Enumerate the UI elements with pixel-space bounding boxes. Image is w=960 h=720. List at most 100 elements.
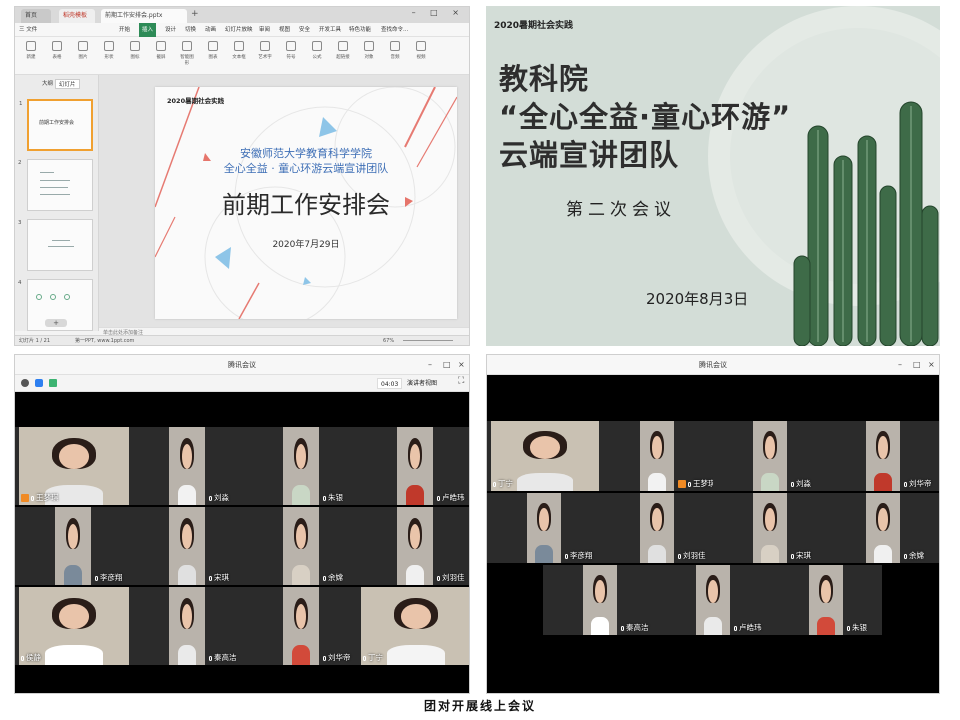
- info-icon[interactable]: [21, 379, 29, 387]
- menu-design[interactable]: 设计: [165, 23, 176, 37]
- menu-review[interactable]: 审阅: [259, 23, 270, 37]
- current-slide[interactable]: 2020暑期社会实践 安徽师范大学教育科学学院 全心全益 · 童心环游云端宣讲团…: [155, 87, 457, 319]
- menu-transition[interactable]: 切换: [185, 23, 196, 37]
- window-controls[interactable]: – □ ×: [412, 8, 465, 17]
- icons-icon: [130, 41, 140, 51]
- ribbon-wordart[interactable]: 艺术字: [257, 41, 273, 69]
- ribbon-icons[interactable]: 图标: [127, 41, 143, 69]
- participant-name: 丁宁: [493, 478, 513, 489]
- menu-insert[interactable]: 插入: [139, 23, 157, 37]
- participant-video: [397, 507, 433, 585]
- second-meeting-slide: 2020暑期社会实践 教科院 “全心全益·童心环游” 云端宣讲团队 第二次会议 …: [486, 6, 940, 346]
- participant-tile[interactable]: 刘淼: [129, 427, 243, 505]
- figure-caption: 团对开展线上会议: [423, 699, 536, 713]
- participant-tile[interactable]: 朱银: [243, 427, 357, 505]
- tab-outline[interactable]: 大纲: [39, 79, 56, 89]
- participant-tile[interactable]: 宋琪: [713, 493, 826, 563]
- participant-tile[interactable]: 王梦琪: [15, 427, 129, 505]
- participant-tile[interactable]: 余嫦: [826, 493, 939, 563]
- zoom-level[interactable]: 67%: [383, 336, 394, 345]
- slide-thumbnail-1[interactable]: 1 前期工作安排会: [19, 99, 93, 151]
- participant-name: 刘华帝: [323, 652, 351, 663]
- ribbon-audio[interactable]: 音频: [387, 41, 403, 69]
- close-button[interactable]: ×: [458, 355, 465, 375]
- equation-icon: [312, 41, 322, 51]
- participant-shirt: [648, 544, 666, 563]
- menu-slideshow[interactable]: 幻灯片放映: [225, 23, 253, 37]
- participant-name-label: 卢皓玮: [739, 623, 762, 632]
- participant-tile[interactable]: 刘羽佳: [600, 493, 713, 563]
- participant-tile[interactable]: 卢皓玮: [656, 565, 769, 635]
- participant-tile[interactable]: 刘华帝: [243, 587, 357, 665]
- participant-shirt: [761, 544, 779, 563]
- new-tab-icon[interactable]: +: [191, 9, 199, 19]
- menu-view[interactable]: 视图: [279, 23, 290, 37]
- participant-tile[interactable]: 秦高洁: [543, 565, 656, 635]
- ribbon-table[interactable]: 表格: [49, 41, 65, 69]
- ribbon-video[interactable]: 视频: [413, 41, 429, 69]
- maximize-button[interactable]: □: [913, 355, 921, 375]
- participant-tile[interactable]: 丁宁: [487, 421, 600, 491]
- add-slide-button[interactable]: +: [45, 319, 67, 327]
- slide-thumbnail-2[interactable]: 2: [18, 159, 93, 211]
- menu-features[interactable]: 特色功能: [349, 23, 371, 37]
- zoom-slider[interactable]: [403, 340, 453, 341]
- ribbon-chart[interactable]: 图表: [205, 41, 221, 69]
- ribbon-picture[interactable]: 图片: [75, 41, 91, 69]
- slide-thumbnail-pane: 大纲 幻灯片 1 前期工作安排会 2 3 4 +: [15, 75, 99, 331]
- speaker-view-button[interactable]: 演讲者视图: [407, 378, 437, 389]
- participant-tile[interactable]: 丁宁: [357, 587, 469, 665]
- participant-tile[interactable]: 宋琪: [129, 507, 243, 585]
- participant-tile[interactable]: 卢皓玮: [357, 427, 469, 505]
- ribbon-object[interactable]: 对象: [361, 41, 377, 69]
- participant-tile[interactable]: 刘华帝: [826, 421, 939, 491]
- participant-shirt: [591, 616, 609, 635]
- ribbon-textbox[interactable]: 文本框: [231, 41, 247, 69]
- ribbon-hyperlink[interactable]: 超链接: [335, 41, 351, 69]
- slide-thumbnail-3[interactable]: 3: [18, 219, 93, 271]
- minimize-button[interactable]: –: [428, 355, 432, 375]
- menu-home[interactable]: 开始: [119, 23, 130, 37]
- participant-name-label: 卢皓玮: [442, 493, 465, 502]
- participant-tile[interactable]: 余嫦: [243, 507, 357, 585]
- ribbon-shapes[interactable]: 形状: [101, 41, 117, 69]
- shield-icon[interactable]: [35, 379, 43, 387]
- fullscreen-icon[interactable]: ⛶: [458, 376, 464, 386]
- ribbon-equation[interactable]: 公式: [309, 41, 325, 69]
- ribbon-symbol[interactable]: 符号: [283, 41, 299, 69]
- search-commands[interactable]: 查找命令...: [381, 23, 408, 37]
- participant-tile[interactable]: 王梦琪: [600, 421, 713, 491]
- tab-home[interactable]: 首页: [21, 9, 51, 23]
- participant-shirt: [648, 472, 666, 491]
- menu-developer[interactable]: 开发工具: [319, 23, 341, 37]
- participant-tile[interactable]: 刘淼: [713, 421, 826, 491]
- ribbon-new-slide[interactable]: 新建: [23, 41, 39, 69]
- participant-tile[interactable]: 朱银: [769, 565, 882, 635]
- close-button[interactable]: ×: [928, 355, 935, 375]
- participant-tile[interactable]: 侯静: [15, 587, 129, 665]
- thumb-number: 3: [18, 220, 22, 226]
- thumb-title: 前期工作安排会: [39, 120, 75, 126]
- ribbon-smartart[interactable]: 智能图形: [179, 41, 195, 69]
- microphone-icon: [847, 625, 850, 631]
- menu-security[interactable]: 安全: [299, 23, 310, 37]
- menu-animation[interactable]: 动画: [205, 23, 216, 37]
- microphone-icon: [688, 481, 691, 487]
- participant-shirt: [63, 564, 83, 585]
- tab-document[interactable]: 前期工作安排会.pptx: [101, 9, 187, 23]
- wps-tab-bar: 首页 稻壳模板 前期工作安排会.pptx + – □ ×: [15, 7, 469, 23]
- maximize-button[interactable]: □: [443, 355, 451, 375]
- participant-tile[interactable]: 秦高洁: [129, 587, 243, 665]
- participant-tile[interactable]: 李彦翔: [15, 507, 129, 585]
- ribbon-screenshot[interactable]: 截屏: [153, 41, 169, 69]
- participant-tile[interactable]: 刘羽佳: [357, 507, 469, 585]
- menu-file[interactable]: 三 文件: [19, 23, 37, 37]
- minimize-button[interactable]: –: [898, 355, 902, 375]
- microphone-icon: [437, 495, 440, 501]
- participant-name: 侯静: [21, 652, 41, 663]
- tab-docer-templates[interactable]: 稻壳模板: [59, 9, 95, 23]
- participant-tile[interactable]: 李彦翔: [487, 493, 600, 563]
- tab-slides[interactable]: 幻灯片: [55, 79, 80, 89]
- wordart-icon: [260, 41, 270, 51]
- thumb-number: 2: [18, 160, 22, 166]
